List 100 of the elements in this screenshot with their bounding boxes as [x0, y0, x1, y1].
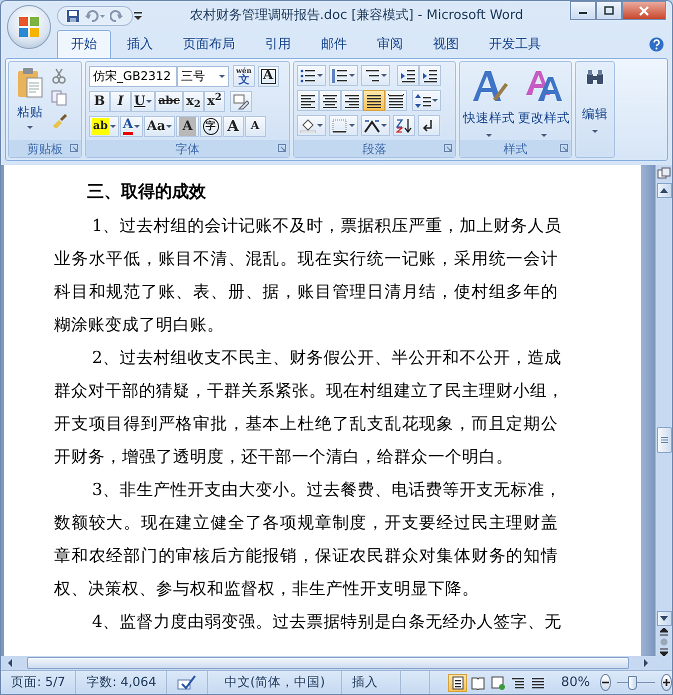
insert-mode-indicator: 插入 — [352, 673, 378, 692]
body-paragraph: 1、过去村组的会计记账不及时，票据积压严重，加上财务人员 业务水平低，账目不清、混乱。现在实行统一记账，采用统一会计 科目和规范了账、表、册、据，账目管理日清月结，使村组多年的 糊涂账变成了明白账。 — [54, 215, 558, 336]
ribbon-tab[interactable]: 开发工具 — [475, 30, 555, 58]
font-size-field[interactable]: 三号 — [177, 66, 229, 86]
format-button[interactable]: A — [120, 116, 143, 137]
align-lines-icon — [344, 94, 360, 108]
borders-button[interactable] — [329, 115, 358, 136]
next-page-icon[interactable] — [660, 648, 668, 656]
window-title: 农村财务管理调研报告.doc [兼容模式] - Microsoft Word — [188, 7, 524, 26]
format-button[interactable]: x$_{2}$ — [182, 91, 204, 112]
ribbon-tab[interactable]: 邮件 — [307, 30, 361, 58]
dropdown-caret-icon — [381, 124, 387, 127]
copy-icon[interactable] — [51, 90, 67, 106]
scroll-down-button[interactable] — [656, 611, 672, 626]
clear-formatting-button[interactable] — [230, 91, 252, 112]
office-button[interactable] — [7, 5, 51, 49]
format-button[interactable]: A — [244, 116, 266, 137]
format-button[interactable]: Aa — [144, 116, 176, 137]
asian-layout-button[interactable] — [361, 115, 390, 136]
bullets-icon — [300, 68, 316, 82]
sort-button[interactable] — [393, 115, 415, 136]
dropdown-caret-icon — [317, 124, 323, 127]
align-button[interactable] — [319, 90, 341, 111]
character-border-button[interactable]: A — [258, 66, 279, 86]
dropdown-caret-icon — [166, 125, 172, 128]
dropdown-caret-icon — [381, 74, 387, 77]
dropdown-caret-icon — [219, 74, 225, 78]
font-name-field[interactable]: 仿宋_GB2312 — [89, 66, 177, 86]
minimize-button[interactable] — [570, 1, 596, 20]
align-button[interactable] — [341, 90, 363, 111]
align-button[interactable] — [297, 90, 319, 111]
view-icon — [510, 676, 525, 690]
ribbon-tab[interactable]: 开始 — [57, 30, 111, 58]
show-marks-button[interactable] — [418, 115, 440, 136]
format-button[interactable]: x$^{2}$ — [204, 91, 225, 112]
grip-icon — [660, 437, 668, 443]
ribbon-tab[interactable]: 页面布局 — [169, 30, 249, 58]
ribbon-tab[interactable]: 引用 — [251, 30, 305, 58]
format-button[interactable]: I — [110, 91, 131, 112]
zoom-percentage[interactable]: 80% — [551, 672, 600, 692]
save-icon[interactable] — [66, 9, 80, 23]
shading-icon — [300, 118, 316, 132]
format-button[interactable]: B — [89, 91, 110, 112]
format-button[interactable]: abc — [155, 91, 183, 112]
view-icon — [530, 676, 545, 690]
ribbon-tab[interactable]: 视图 — [419, 30, 473, 58]
paintbrush-icon[interactable] — [51, 112, 67, 128]
letters-icon — [524, 69, 564, 103]
restore-button[interactable] — [596, 1, 622, 20]
change-styles-button[interactable]: 更改样式 — [518, 65, 570, 137]
sort-icon — [396, 118, 412, 132]
bullets-button[interactable] — [297, 65, 326, 86]
ribbon-tab[interactable]: 插入 — [113, 30, 167, 58]
align-button[interactable] — [385, 90, 407, 111]
format-button[interactable]: A — [222, 116, 244, 137]
page-indicator: 页面: 5/7 — [11, 673, 66, 692]
dialog-launcher-icon[interactable] — [444, 144, 452, 152]
zoom-slider-thumb[interactable] — [628, 676, 638, 690]
horizontal-scroll-thumb[interactable] — [27, 657, 629, 669]
group-label: 样式 — [504, 140, 528, 158]
numbering-button[interactable] — [329, 65, 358, 86]
dropdown-caret-icon — [541, 134, 547, 137]
increase-indent-icon — [422, 68, 438, 82]
paste-button[interactable]: 粘贴 — [12, 65, 48, 137]
right-arrow-icon[interactable] — [641, 656, 651, 670]
multilevel-list-button[interactable] — [361, 65, 390, 86]
format-button[interactable]: A — [176, 116, 199, 137]
print-layout-button[interactable] — [448, 674, 468, 692]
format-button[interactable]: U — [131, 91, 156, 112]
ruler-toggle-icon[interactable] — [657, 167, 671, 181]
increase-indent-button[interactable] — [419, 65, 441, 86]
customize-toolbar-icon[interactable] — [133, 11, 143, 21]
body-paragraph: 2、过去村组收支不民主、财务假公开、半公开和不公开，造成 群众对干部的猜疑，干群关系紧张。现在村组建立了民主理财小组， 开支项目得到严格审批，基本上杜绝了乱支乱花现象，而且定期公 开财务，增强了透明度，还干部一个清白，给群众一个明白。 — [54, 347, 558, 468]
group-label: 段落 — [362, 140, 386, 158]
previous-page-icon[interactable] — [660, 628, 668, 636]
dropdown-caret-icon — [349, 124, 355, 127]
close-button[interactable] — [622, 1, 666, 20]
scroll-up-button[interactable] — [656, 183, 672, 198]
help-icon[interactable] — [649, 37, 664, 52]
shading-button[interactable] — [297, 115, 326, 136]
dialog-launcher-icon[interactable] — [560, 144, 568, 152]
scroll-thumb[interactable] — [656, 427, 672, 453]
format-button[interactable]: ab — [89, 116, 119, 137]
group-label: 字体 — [176, 140, 200, 158]
view-icon — [490, 676, 505, 690]
dialog-launcher-icon[interactable] — [278, 144, 286, 152]
ribbon-tab[interactable]: 审阅 — [363, 30, 417, 58]
zoom-out-button[interactable] — [600, 674, 611, 691]
proofing-check-icon[interactable] — [177, 674, 198, 690]
scissors-icon[interactable] — [51, 68, 67, 84]
redo-icon[interactable] — [110, 9, 124, 23]
line-spacing-button[interactable] — [412, 90, 441, 111]
dropdown-caret-icon — [317, 74, 323, 77]
dialog-launcher-icon[interactable] — [70, 144, 78, 152]
zoom-in-button[interactable] — [661, 674, 672, 691]
quick-styles-button[interactable]: 快速样式 — [463, 65, 515, 137]
format-button[interactable]: 字 — [200, 116, 222, 137]
align-button[interactable] — [363, 90, 385, 111]
up-arrow-icon — [660, 188, 668, 193]
decrease-indent-button[interactable] — [397, 65, 419, 86]
